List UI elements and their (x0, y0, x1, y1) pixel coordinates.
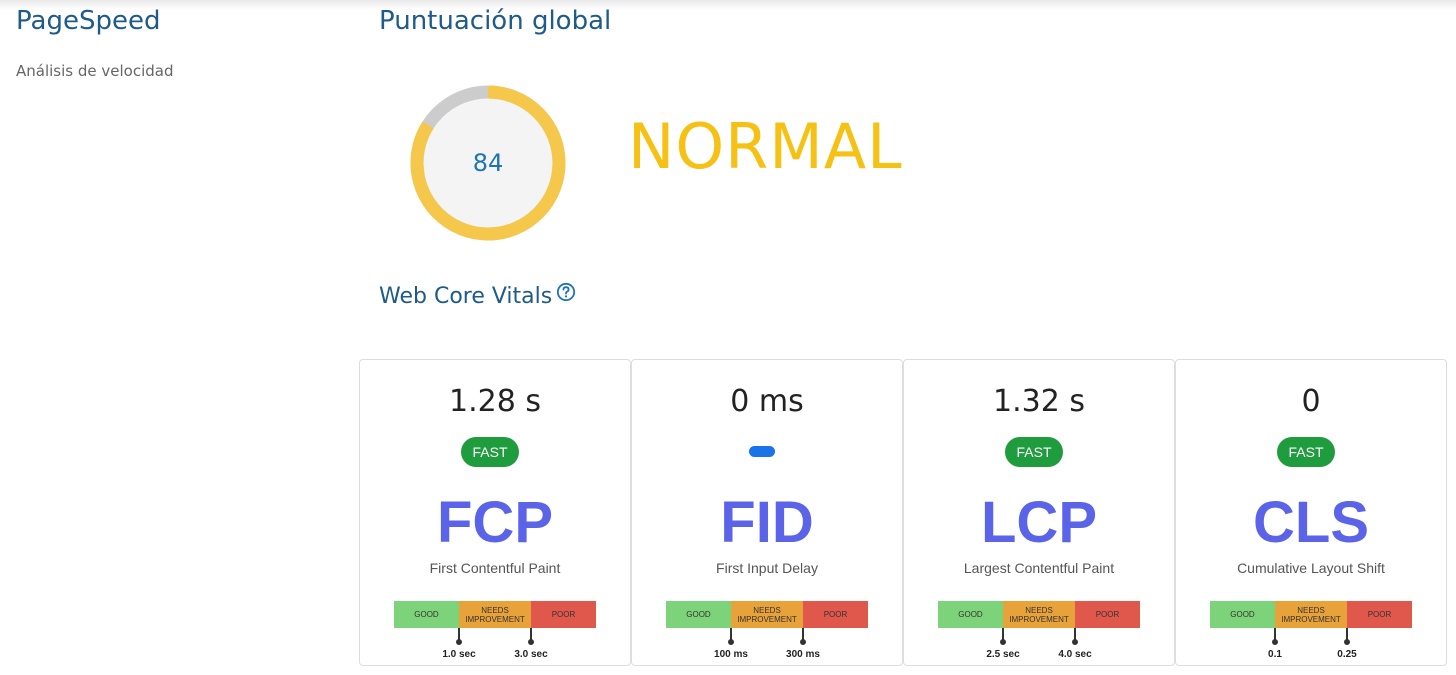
threshold-label-2: 4.0 sec (1058, 649, 1092, 660)
metric-name: First Contentful Paint (429, 560, 561, 576)
threshold-label-2: 300 ms (786, 649, 820, 660)
score-section-title: Puntuación global (379, 6, 612, 36)
bar-label-needs: NEEDS (481, 605, 509, 615)
threshold-tick-dot (800, 639, 806, 645)
threshold-tick-dot (1344, 639, 1350, 645)
score-gauge: 84 (409, 84, 567, 242)
threshold-label-2: 0.25 (1337, 649, 1357, 660)
bar-segment-poor: POOR (531, 601, 596, 628)
sidebar-subtitle: Análisis de velocidad (16, 62, 174, 80)
threshold-bar: GOOD NEEDS IMPROVEMENT POOR (938, 601, 1140, 628)
bar-label-improvement: IMPROVEMENT (1009, 614, 1069, 624)
threshold-tick-dot (528, 639, 534, 645)
vital-value: 1.28 s (449, 384, 541, 419)
metric-name: Largest Contentful Paint (963, 560, 1115, 576)
metric-name: Cumulative Layout Shift (1237, 560, 1385, 576)
sidebar-title: PageSpeed (16, 6, 161, 36)
bar-label-needs: NEEDS (753, 605, 781, 615)
status-badge: FAST (1005, 437, 1063, 467)
vital-value: 0 ms (730, 384, 804, 419)
threshold-label-1: 2.5 sec (986, 649, 1020, 660)
metric-name: First Input Delay (716, 560, 818, 576)
threshold-label-1: 1.0 sec (442, 649, 476, 660)
bar-segment-good: GOOD (1210, 601, 1275, 628)
vital-card-fid: 0 ms FID First Input Delay GOOD NEEDS IMP… (631, 359, 903, 666)
status-badge: FAST (1277, 437, 1335, 467)
bar-label-improvement: IMPROVEMENT (465, 614, 525, 624)
question-circle-icon[interactable] (556, 282, 576, 302)
vital-card-cls: 0 FAST CLS Cumulative Layout Shift GOOD … (1175, 359, 1447, 666)
threshold-bar: GOOD NEEDS IMPROVEMENT POOR (1210, 601, 1412, 628)
bar-label-needs: NEEDS (1297, 605, 1325, 615)
threshold-label-2: 3.0 sec (514, 649, 548, 660)
threshold-bar: GOOD NEEDS IMPROVEMENT POOR (666, 601, 868, 628)
vital-card-fcp: 1.28 s FAST FCP First Contentful Paint G… (359, 359, 631, 666)
top-shadow (0, 0, 1456, 10)
bar-segment-poor: POOR (803, 601, 868, 628)
score-value: 84 (472, 149, 504, 177)
threshold-label-1: 100 ms (714, 649, 748, 660)
web-core-vitals-title: Web Core Vitals (379, 284, 553, 309)
bar-label-improvement: IMPROVEMENT (737, 614, 797, 624)
threshold-tick-dot (1272, 639, 1278, 645)
threshold-tick-dot (728, 639, 734, 645)
bar-label-needs: NEEDS (1025, 605, 1053, 615)
vital-value: 1.32 s (993, 384, 1085, 419)
metric-abbreviation: CLS (1253, 490, 1369, 555)
vitals-cards: 1.28 s FAST FCP First Contentful Paint G… (359, 359, 1449, 666)
threshold-tick-dot (1000, 639, 1006, 645)
status-badge-empty (749, 446, 775, 457)
bar-segment-good: GOOD (666, 601, 731, 628)
threshold-tick-dot (1072, 639, 1078, 645)
vital-card-lcp: 1.32 s FAST LCP Largest Contentful Paint… (903, 359, 1175, 666)
score-status: NORMAL (628, 110, 903, 183)
bar-segment-good: GOOD (394, 601, 459, 628)
metric-abbreviation: FCP (437, 490, 553, 555)
bar-segment-needs-improvement: NEEDS IMPROVEMENT (1003, 601, 1075, 628)
bar-segment-poor: POOR (1075, 601, 1140, 628)
metric-abbreviation: FID (720, 490, 814, 555)
metric-abbreviation: LCP (981, 490, 1097, 555)
bar-segment-needs-improvement: NEEDS IMPROVEMENT (731, 601, 803, 628)
bar-segment-poor: POOR (1347, 601, 1412, 628)
bar-segment-needs-improvement: NEEDS IMPROVEMENT (1275, 601, 1347, 628)
status-badge: FAST (461, 437, 519, 467)
bar-segment-good: GOOD (938, 601, 1003, 628)
threshold-tick-dot (456, 639, 462, 645)
threshold-bar: GOOD NEEDS IMPROVEMENT POOR (394, 601, 596, 628)
vital-value: 0 (1301, 384, 1321, 419)
bar-segment-needs-improvement: NEEDS IMPROVEMENT (459, 601, 531, 628)
threshold-label-1: 0.1 (1268, 649, 1282, 660)
bar-label-improvement: IMPROVEMENT (1281, 614, 1341, 624)
